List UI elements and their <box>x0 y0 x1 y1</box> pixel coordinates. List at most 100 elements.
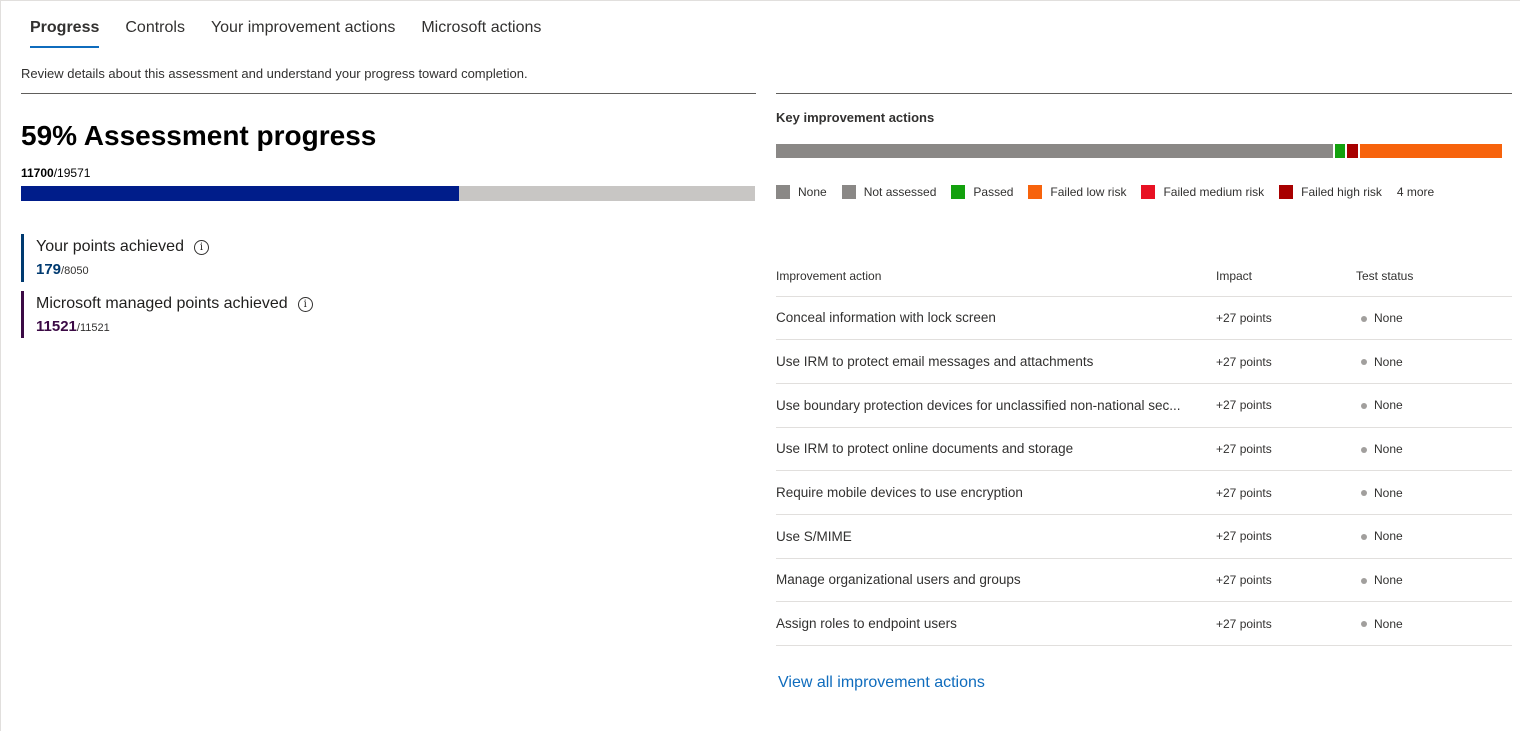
tab-your-improvement-actions[interactable]: Your improvement actions <box>211 18 395 48</box>
test-status-label: None <box>1374 354 1403 369</box>
tab-bar: Progress Controls Your improvement actio… <box>30 18 567 52</box>
table-row[interactable]: Conceal information with lock screen +27 … <box>776 296 1512 341</box>
impact-value: +27 points <box>1216 339 1356 384</box>
improvement-action-name[interactable]: Require mobile devices to use encryption <box>776 470 1216 515</box>
test-status-label: None <box>1374 616 1403 631</box>
info-icon[interactable]: i <box>193 239 209 255</box>
legend-swatch <box>776 185 790 199</box>
tab-microsoft-actions[interactable]: Microsoft actions <box>421 18 541 48</box>
legend-label: Passed <box>973 185 1014 199</box>
your-points-total: /8050 <box>61 265 89 277</box>
your-points-label: Your points achieved <box>36 238 184 255</box>
legend-more-button[interactable]: 4 more <box>1397 185 1434 199</box>
microsoft-points-value: 11521 <box>36 318 77 335</box>
impact-value: +27 points <box>1216 601 1356 646</box>
page-description: Review details about this assessment and… <box>21 66 528 81</box>
status-dot-icon <box>1361 490 1367 497</box>
test-status-label: None <box>1374 485 1403 500</box>
legend-label: Failed high risk <box>1301 185 1382 199</box>
status-bar-segment[interactable] <box>1335 144 1346 158</box>
column-header-improvement-action[interactable]: Improvement action <box>776 256 1216 297</box>
legend-item: None <box>776 185 827 199</box>
your-points-value-row: 179/8050 <box>36 261 209 278</box>
impact-value: +27 points <box>1216 427 1356 472</box>
assessment-progress-bar <box>21 186 755 201</box>
impact-value: +27 points <box>1216 470 1356 515</box>
assessment-progress-fill <box>21 186 460 201</box>
your-points-label-row: Your points achieved i <box>36 238 209 256</box>
assessment-score: 11700/19571 <box>21 166 90 180</box>
test-status-label: None <box>1374 398 1403 413</box>
improvement-action-name[interactable]: Use IRM to protect online documents and … <box>776 427 1216 472</box>
impact-value: +27 points <box>1216 383 1356 428</box>
legend-item: Failed low risk <box>1028 185 1126 199</box>
table-row[interactable]: Use IRM to protect online documents and … <box>776 427 1512 472</box>
microsoft-points-value-row: 11521/11521 <box>36 318 313 335</box>
test-status: None <box>1356 558 1512 603</box>
legend-swatch <box>841 185 856 199</box>
key-improvement-actions-title: Key improvement actions <box>776 110 935 125</box>
column-header-impact[interactable]: Impact <box>1216 256 1356 297</box>
test-status: None <box>1356 296 1512 341</box>
info-icon[interactable]: i <box>297 296 313 312</box>
score-total: /19571 <box>53 166 91 180</box>
your-points-value: 179 <box>36 261 62 278</box>
improvement-actions-table: Improvement action Impact Test status Co… <box>776 256 1512 646</box>
right-divider <box>776 93 1512 94</box>
test-status: None <box>1356 383 1512 428</box>
table-header-row: Improvement action Impact Test status <box>776 256 1512 297</box>
legend-label: Not assessed <box>863 185 937 199</box>
your-points-card: Your points achieved i 179/8050 <box>21 234 209 282</box>
status-dot-icon <box>1361 621 1367 628</box>
microsoft-points-label-row: Microsoft managed points achieved i <box>36 295 313 313</box>
column-header-test-status[interactable]: Test status <box>1356 256 1512 297</box>
table-row[interactable]: Require mobile devices to use encryption… <box>776 470 1512 515</box>
status-bar-segment[interactable] <box>1347 144 1359 158</box>
legend-label: Failed medium risk <box>1163 185 1265 199</box>
improvement-action-name[interactable]: Use boundary protection devices for uncl… <box>776 383 1216 428</box>
test-status: None <box>1356 601 1512 646</box>
assessment-progress-title: 59% Assessment progress <box>21 120 377 151</box>
microsoft-points-label: Microsoft managed points achieved <box>36 295 288 312</box>
legend-swatch <box>951 185 966 199</box>
table-row[interactable]: Use boundary protection devices for uncl… <box>776 383 1512 428</box>
impact-value: +27 points <box>1216 558 1356 603</box>
legend-swatch <box>1141 185 1156 199</box>
improvement-action-name[interactable]: Manage organizational users and groups <box>776 558 1216 603</box>
table-row[interactable]: Manage organizational users and groups +2… <box>776 558 1512 603</box>
legend-label: Failed low risk <box>1050 185 1127 199</box>
impact-value: +27 points <box>1216 296 1356 341</box>
microsoft-points-card: Microsoft managed points achieved i 1152… <box>21 291 313 338</box>
view-all-improvement-actions-link[interactable]: View all improvement actions <box>778 674 985 692</box>
test-status-label: None <box>1374 572 1403 587</box>
status-bar-segment[interactable] <box>1360 144 1503 158</box>
improvement-action-name[interactable]: Conceal information with lock screen <box>776 296 1216 341</box>
left-divider <box>21 93 756 94</box>
legend-swatch <box>1279 185 1294 199</box>
status-legend: None Not assessed Passed Failed low risk Fai… <box>776 185 1434 199</box>
improvement-action-name[interactable]: Assign roles to endpoint users <box>776 601 1216 646</box>
legend-label: None <box>798 185 827 199</box>
test-status-label: None <box>1374 310 1403 325</box>
table-row[interactable]: Use S/MIME +27 points None <box>776 514 1512 559</box>
test-status: None <box>1356 339 1512 384</box>
status-dot-icon <box>1361 403 1367 410</box>
tab-progress[interactable]: Progress <box>30 18 100 48</box>
status-dot-icon <box>1361 359 1367 366</box>
table-row[interactable]: Assign roles to endpoint users +27 points… <box>776 601 1512 646</box>
impact-value: +27 points <box>1216 514 1356 559</box>
test-status: None <box>1356 514 1512 559</box>
test-status-label: None <box>1374 529 1403 544</box>
key-actions-status-bar <box>776 144 1511 158</box>
improvement-action-name[interactable]: Use S/MIME <box>776 514 1216 559</box>
test-status: None <box>1356 470 1512 515</box>
status-dot-icon <box>1361 534 1367 541</box>
improvement-action-name[interactable]: Use IRM to protect email messages and at… <box>776 339 1216 384</box>
table-row[interactable]: Use IRM to protect email messages and at… <box>776 339 1512 384</box>
legend-swatch <box>1028 185 1043 199</box>
tab-controls[interactable]: Controls <box>125 18 185 48</box>
legend-item: Failed medium risk <box>1141 185 1264 199</box>
legend-item: Failed high risk <box>1279 185 1382 199</box>
status-dot-icon <box>1361 577 1367 584</box>
status-bar-segment[interactable] <box>776 144 1334 158</box>
